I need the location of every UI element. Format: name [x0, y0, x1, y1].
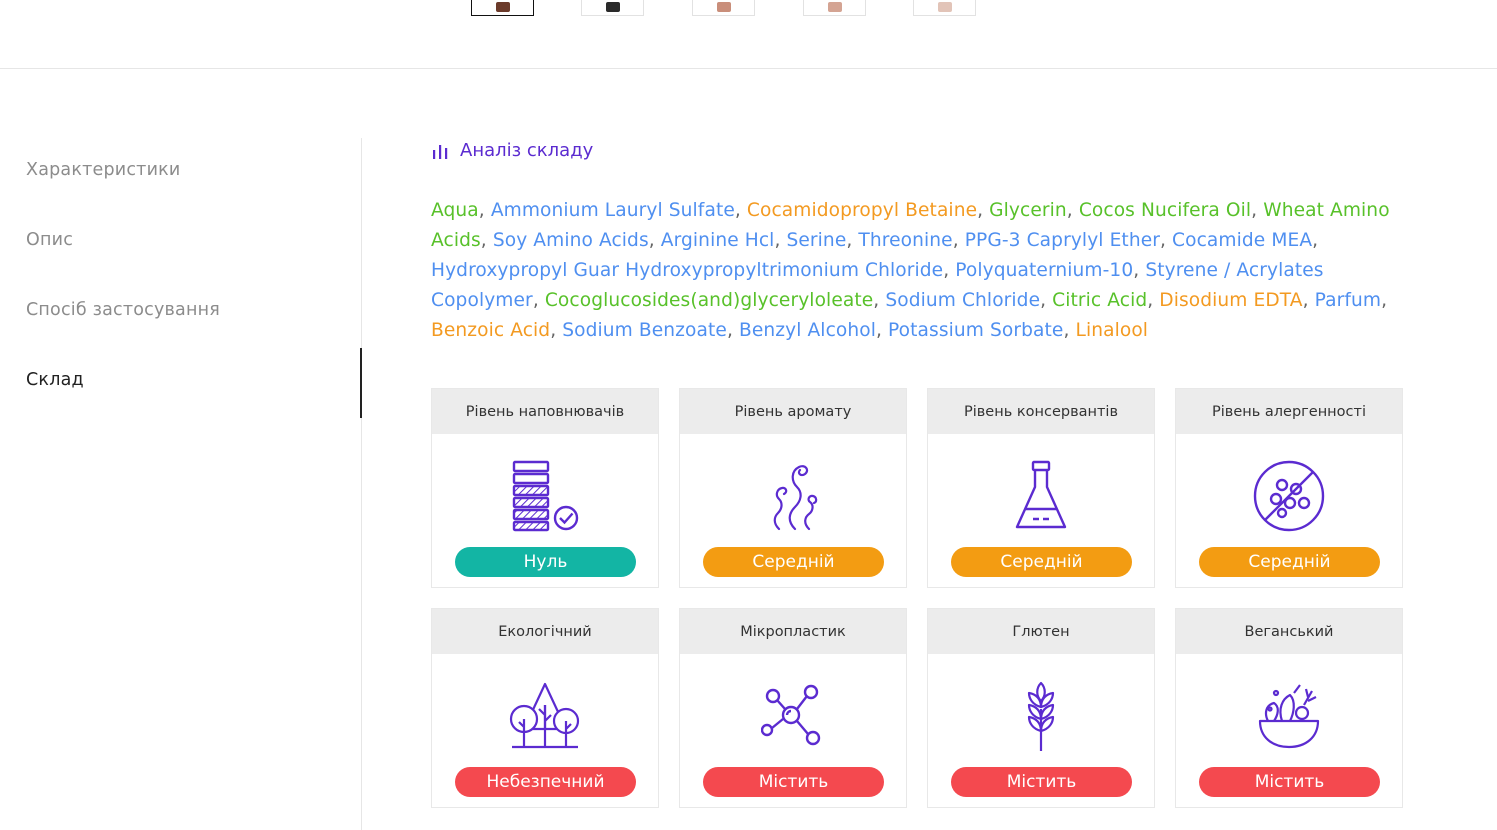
analysis-card: Рівень консервантів Середній	[927, 388, 1155, 588]
analysis-card: Рівень алергенності Середній	[1175, 388, 1403, 588]
ingredients-list: Aqua, Ammonium Lauryl Sulfate, Cocamidop…	[431, 200, 1390, 341]
product-thumbnail[interactable]	[913, 0, 976, 16]
product-thumbnail[interactable]	[692, 0, 755, 16]
ingredient[interactable]: Serine	[786, 230, 846, 251]
status-badge: Середній	[1199, 547, 1380, 577]
product-image	[716, 2, 731, 12]
analysis-card: Мікропластик Містить	[679, 608, 907, 808]
product-thumbnail[interactable]	[803, 0, 866, 16]
composition-analysis-link[interactable]: Аналіз складу	[431, 140, 593, 161]
ingredient[interactable]: Sodium Benzoate	[562, 320, 727, 341]
analysis-card: Рівень аромату Середній	[679, 388, 907, 588]
analysis-card: Екологічний Небезпечний	[431, 608, 659, 808]
ingredient[interactable]: Aqua	[431, 200, 479, 221]
thumbnail-strip	[0, 0, 1497, 69]
ingredient[interactable]: Cocamide MEA	[1172, 230, 1312, 251]
card-title: Рівень консервантів	[928, 389, 1154, 434]
ingredient[interactable]: PPG-3 Caprylyl Ether	[965, 230, 1160, 251]
nav-item-characteristics[interactable]: Характеристики	[26, 160, 181, 180]
status-badge: Нуль	[455, 547, 636, 577]
product-thumbnail[interactable]	[471, 0, 534, 16]
ingredient[interactable]: Threonine	[858, 230, 952, 251]
nav-item-composition[interactable]: Склад	[26, 370, 84, 390]
status-badge: Середній	[703, 547, 884, 577]
ingredient[interactable]: Disodium EDTA	[1159, 290, 1302, 311]
status-badge: Містить	[951, 767, 1132, 797]
nav-item-usage[interactable]: Спосіб застосування	[26, 300, 220, 320]
card-title: Рівень аромату	[680, 389, 906, 434]
ingredient[interactable]: Citric Acid	[1052, 290, 1147, 311]
status-badge: Небезпечний	[455, 767, 636, 797]
card-title: Рівень наповнювачів	[432, 389, 658, 434]
section-nav: Характеристики Опис Спосіб застосування …	[0, 138, 362, 830]
molecule-icon	[756, 679, 830, 753]
ingredient[interactable]: Linalool	[1075, 320, 1148, 341]
ingredient[interactable]: Cocos Nucifera Oil	[1079, 200, 1251, 221]
status-badge: Середній	[951, 547, 1132, 577]
card-title: Екологічний	[432, 609, 658, 654]
ingredient[interactable]: Polyquaternium-10	[955, 260, 1133, 281]
product-thumbnail[interactable]	[581, 0, 644, 16]
salad-bowl-icon	[1252, 679, 1326, 753]
analysis-card: Веганський Містить	[1175, 608, 1403, 808]
ingredient[interactable]: Ammonium Lauryl Sulfate	[491, 200, 735, 221]
ingredient[interactable]: Sodium Chloride	[885, 290, 1040, 311]
ingredient[interactable]: Arginine Hcl	[661, 230, 775, 251]
nav-item-description[interactable]: Опис	[26, 230, 73, 250]
card-title: Веганський	[1176, 609, 1402, 654]
status-badge: Містить	[1199, 767, 1380, 797]
ingredient[interactable]: Cocoglucosides(and)glyceryloleate	[545, 290, 873, 311]
filler-stack-check-icon	[508, 459, 582, 533]
allergen-crossed-icon	[1252, 459, 1326, 533]
card-title: Рівень алергенності	[1176, 389, 1402, 434]
ingredient[interactable]: Benzyl Alcohol	[739, 320, 876, 341]
status-badge: Містить	[703, 767, 884, 797]
product-image	[605, 2, 620, 12]
analysis-card: Глютен Містить	[927, 608, 1155, 808]
product-image	[827, 2, 842, 12]
ingredient[interactable]: Soy Amino Acids	[493, 230, 649, 251]
wheat-icon	[1004, 679, 1078, 753]
ingredient[interactable]: Parfum	[1315, 290, 1381, 311]
ingredient[interactable]: Benzoic Acid	[431, 320, 550, 341]
card-title: Мікропластик	[680, 609, 906, 654]
product-image	[495, 2, 510, 12]
trees-icon	[508, 679, 582, 753]
ingredient[interactable]: Cocamidopropyl Betaine	[747, 200, 977, 221]
flask-icon	[1004, 459, 1078, 533]
ingredient[interactable]: Glycerin	[989, 200, 1067, 221]
composition-analysis-label: Аналіз складу	[460, 140, 594, 161]
aroma-waves-icon	[756, 459, 830, 533]
ingredient[interactable]: Hydroxypropyl Guar Hydroxypropyltrimoniu…	[431, 260, 943, 281]
active-nav-marker	[360, 348, 362, 418]
card-title: Глютен	[928, 609, 1154, 654]
analysis-card: Рівень наповнювачів Нуль	[431, 388, 659, 588]
ingredient[interactable]: Potassium Sorbate	[888, 320, 1063, 341]
bar-chart-icon	[431, 142, 451, 160]
product-image	[937, 2, 952, 12]
